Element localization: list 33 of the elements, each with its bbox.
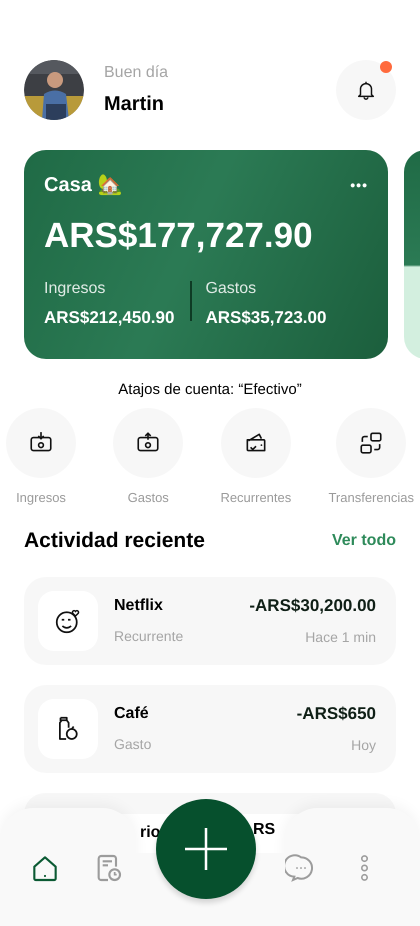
activity-card[interactable]: Netflix Recurrente -ARS$30,200.00 Hace 1 min <box>24 576 396 664</box>
shortcut-label: Ingresos <box>16 488 66 507</box>
shortcut-label: Transferencias <box>328 488 414 506</box>
greeting: Buen día <box>104 63 168 83</box>
income-label: Ingresos <box>44 279 106 299</box>
transaction-name: rio <box>140 822 160 842</box>
transaction-time: Hoy <box>351 736 376 755</box>
activity-card[interactable]: Café Gasto -ARS$650 Hoy <box>24 684 396 772</box>
transaction-amount: RS <box>253 820 276 840</box>
plus-icon <box>183 826 229 872</box>
transaction-category: Recurrente <box>114 627 184 646</box>
account-card[interactable]: Casa 🏡 ••• ARS$177,727.90 Ingresos ARS$212,450.90 Gastos ARS$35,723.00 <box>24 150 388 359</box>
more-icon <box>360 855 368 881</box>
transaction-category: Gasto <box>114 735 152 754</box>
balance-amount: ARS$177,727.90 <box>44 218 314 253</box>
shortcut-label: Gastos <box>128 488 169 506</box>
transaction-amount: -ARS$30,200.00 <box>249 595 376 618</box>
see-all-link[interactable]: Ver todo <box>332 528 396 553</box>
bell-icon <box>355 79 377 101</box>
account-name: Casa 🏡 <box>44 173 122 198</box>
transaction-time: Hace 1 min <box>305 628 376 647</box>
exchange-icon <box>358 430 384 456</box>
expense-amount: ARS$35,723.00 <box>205 307 326 329</box>
section-title: Actividad reciente <box>24 528 205 554</box>
shortcut-label: Recurrentes <box>220 488 292 506</box>
shortcuts-title: Atajos de cuenta: “Efectivo” <box>117 380 303 400</box>
transaction-name: Café <box>114 704 150 724</box>
transaction-name: Netflix <box>114 596 164 616</box>
income-amount: ARS$212,450.90 <box>44 307 174 329</box>
more-button[interactable]: ••• <box>350 174 368 196</box>
transaction-amount: -ARS$650 <box>296 703 376 726</box>
user-name: Martin <box>104 92 165 117</box>
expense-label: Gastos <box>205 279 258 299</box>
